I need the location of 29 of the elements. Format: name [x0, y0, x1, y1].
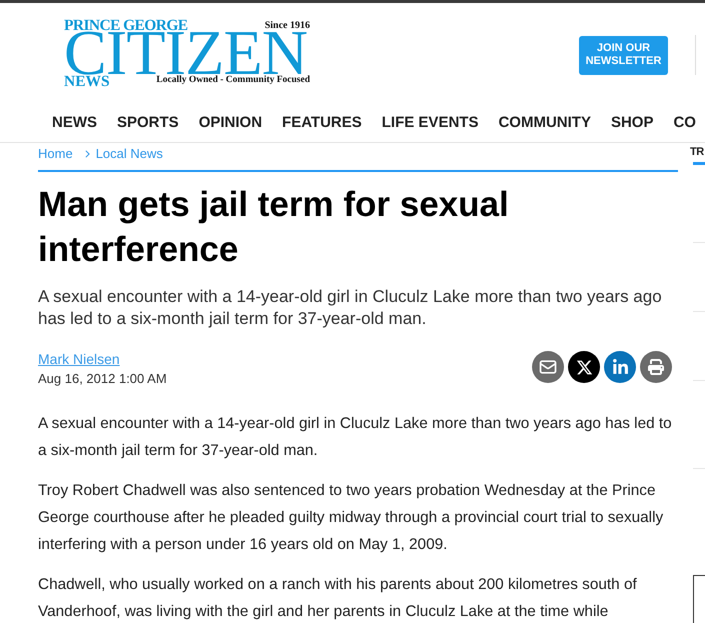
- chevron-right-icon: [84, 150, 90, 158]
- print-button[interactable]: [640, 351, 672, 383]
- nav-link[interactable]: SPORTS: [117, 114, 179, 130]
- linkedin-share-button[interactable]: [604, 351, 636, 383]
- logo-wordmark: CITIZEN: [64, 32, 308, 74]
- article-subtitle: A sexual encounter with a 14-year-old girl in Cluculz Lake more than two years ago has led to a six-month jail term for 37-year-old man.: [38, 286, 663, 330]
- linkedin-icon: [612, 358, 628, 376]
- nav-link[interactable]: CO: [673, 114, 696, 130]
- logo-top-text: PRINCE GEORGE: [64, 18, 188, 33]
- logo-bottom-text: NEWS: [64, 74, 110, 90]
- x-share-button[interactable]: [568, 351, 600, 383]
- nav-link[interactable]: OPINION: [198, 114, 262, 130]
- email-share-button[interactable]: [532, 351, 564, 383]
- nav-link[interactable]: SHOP: [610, 114, 654, 130]
- article-paragraph: Chadwell, who usually worked on a ranch with his parents about 200 kilometres south of Vanderhoof, was living with the girl and her parents in Cluculz Lake at the time while: [38, 575, 638, 622]
- sidebar-heading: TR: [690, 145, 705, 160]
- tagline-text: Locally Owned - Community Focused: [156, 76, 310, 86]
- sidebar-box: [693, 575, 705, 623]
- publish-date: Aug 16, 2012 1:00 AM: [38, 370, 167, 388]
- since-text: Since 1916: [264, 21, 310, 31]
- nav-link[interactable]: FEATURES: [282, 114, 362, 130]
- nav-link[interactable]: LIFE EVENTS: [382, 114, 478, 130]
- article-paragraph: A sexual encounter with a 14-year-old girl in Cluculz Lake more than two years ago has led to a six-month jail term for 37-year-old man.: [38, 414, 673, 461]
- printer-icon: [648, 359, 664, 375]
- nav-link[interactable]: COMMUNITY: [498, 114, 591, 130]
- article-title: Man gets jail term for sexual interference: [38, 184, 510, 271]
- nav-link[interactable]: NEWS: [52, 114, 97, 130]
- x-logo-icon: [576, 358, 592, 376]
- article-paragraph: Troy Robert Chadwell was also sentenced to two years probation Wednesday at the Prince George courthouse after he pleaded guilty midway through a provincial court trial to sexually interfering with a person under 16 years old on May 1, 2009.: [38, 481, 664, 555]
